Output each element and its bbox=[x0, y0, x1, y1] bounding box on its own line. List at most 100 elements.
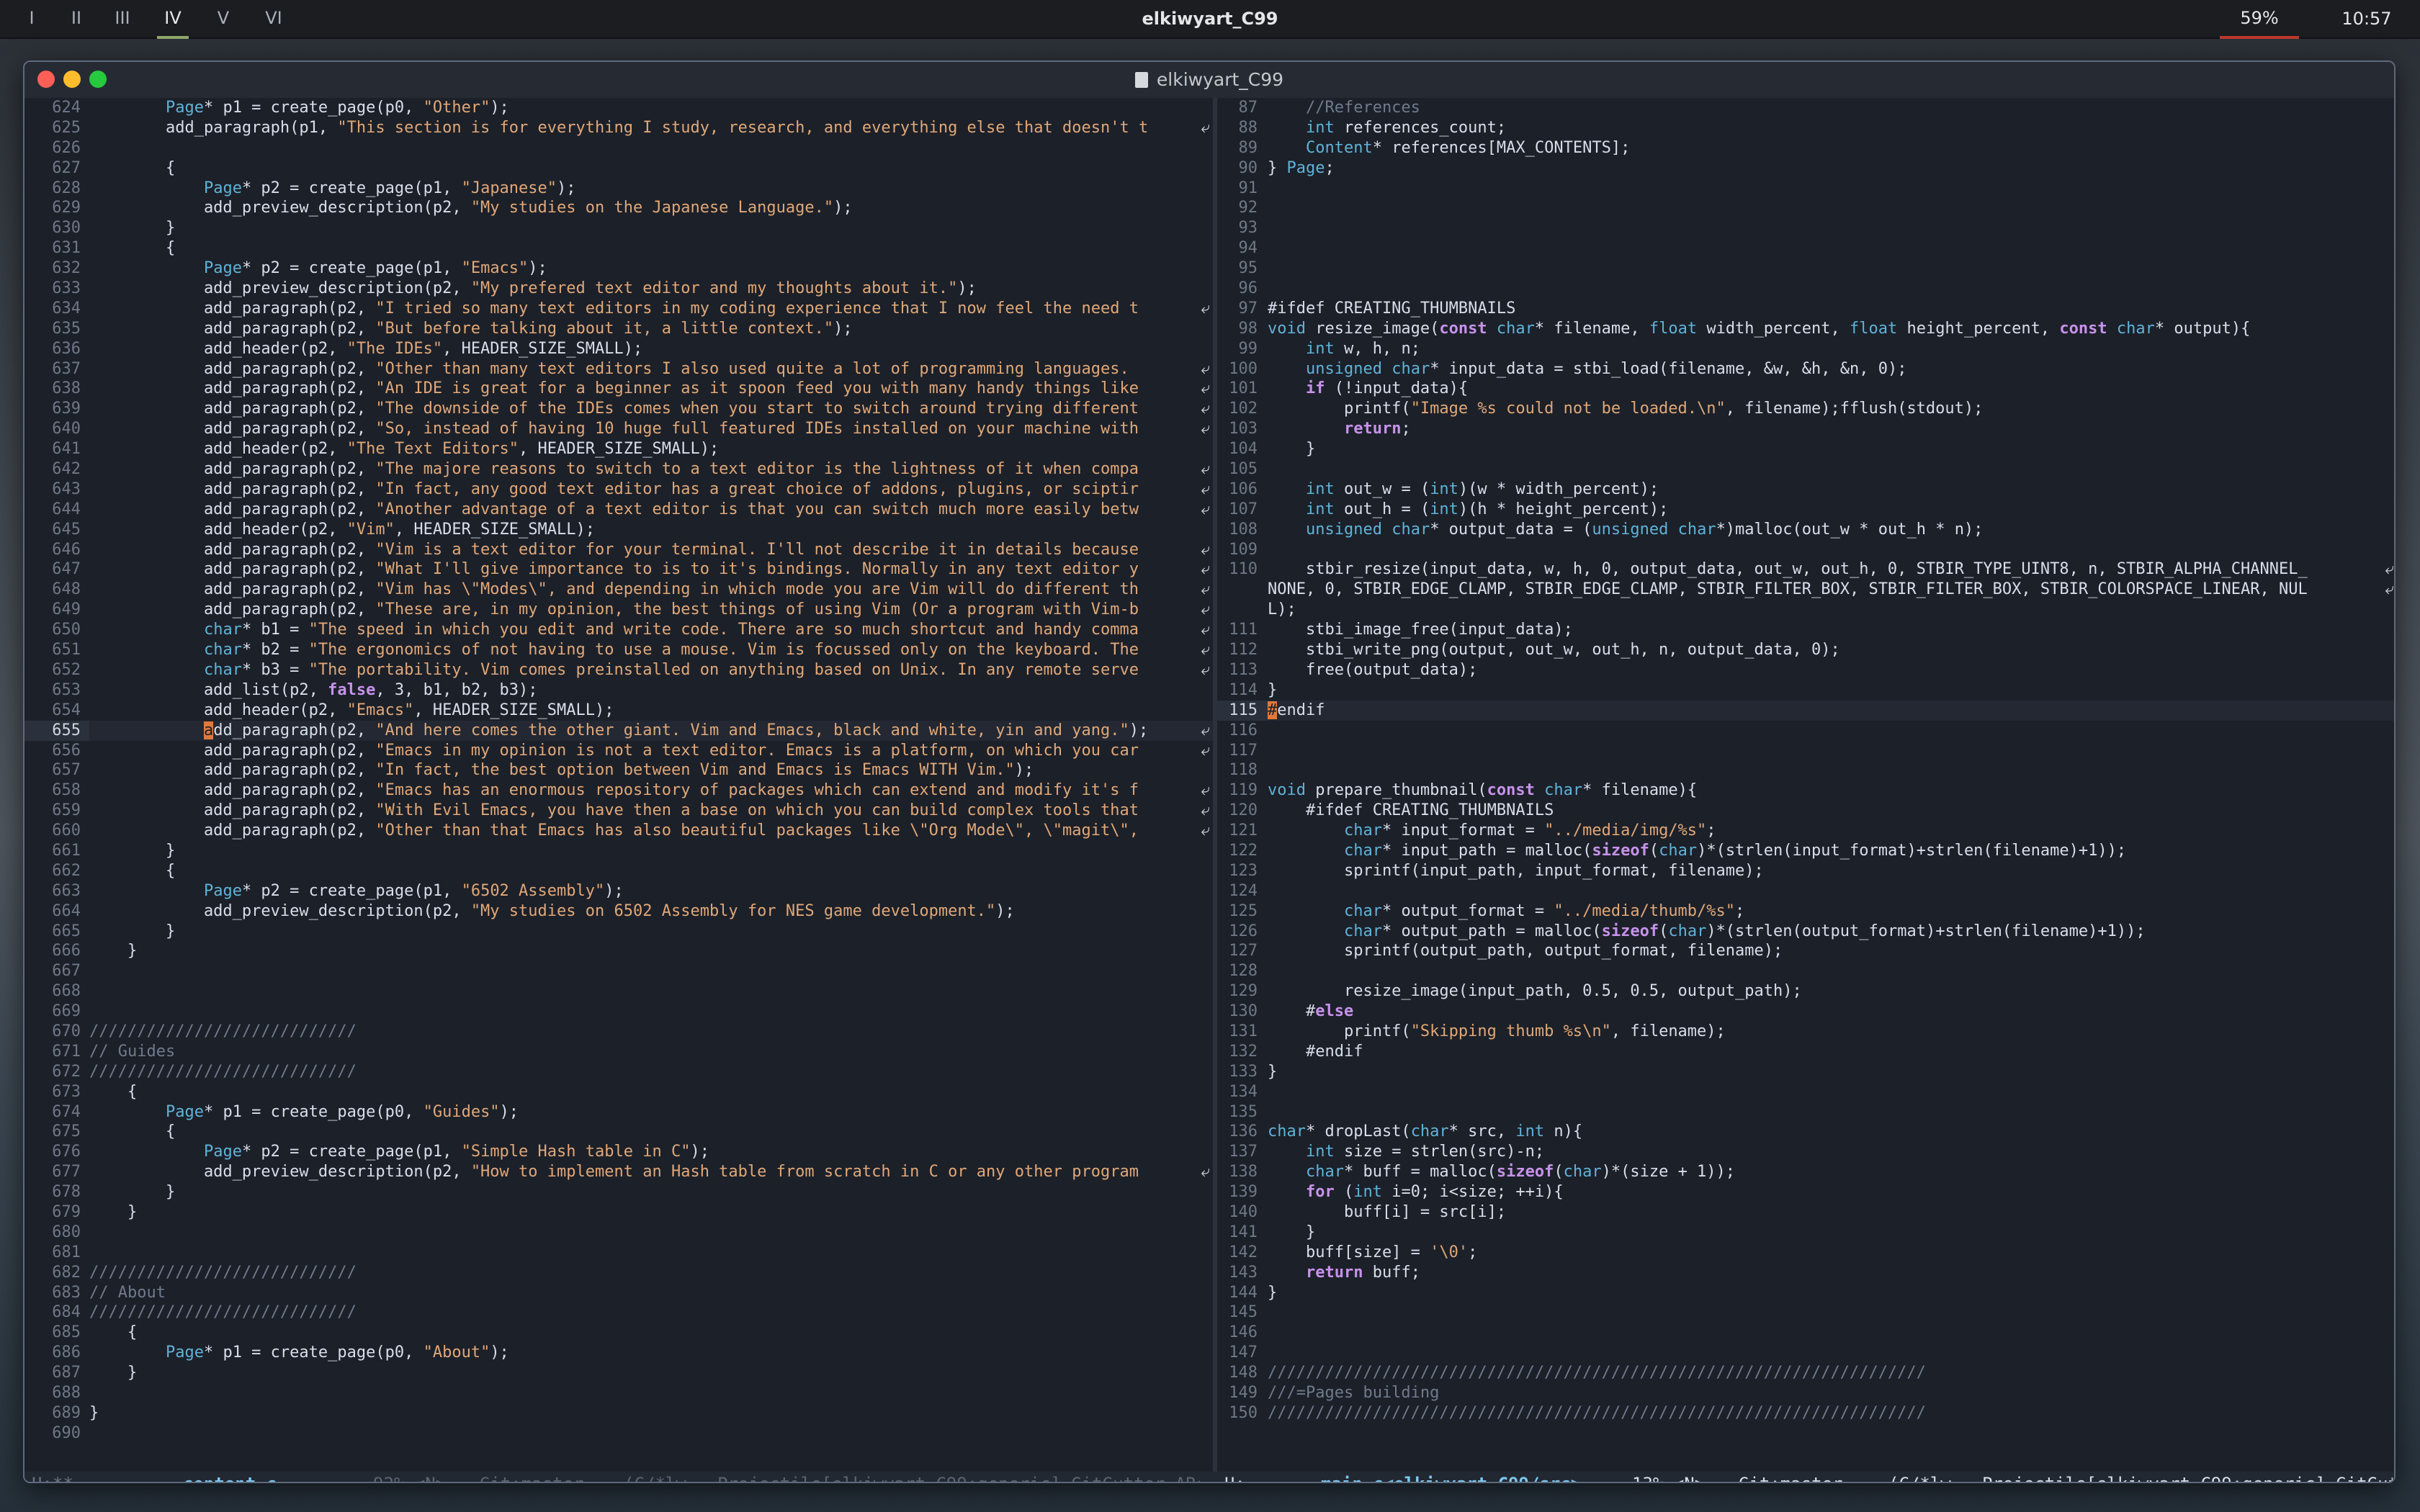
workspace-1[interactable]: I bbox=[17, 0, 46, 39]
content-c-line[interactable]: 667 bbox=[24, 961, 1213, 981]
content-c-line[interactable]: 629 add_preview_description(p2, "My stud… bbox=[24, 198, 1213, 218]
content-c-line[interactable]: 669 bbox=[24, 1002, 1213, 1022]
main-c-line[interactable]: 117 bbox=[1217, 741, 2394, 761]
workspace-3[interactable]: III bbox=[107, 0, 138, 39]
main-c-line[interactable]: 118 bbox=[1217, 760, 2394, 780]
main-c-line[interactable]: 102 printf("Image %s could not be loaded… bbox=[1217, 399, 2394, 419]
main-c-line[interactable]: 129 resize_image(input_path, 0.5, 0.5, o… bbox=[1217, 981, 2394, 1002]
main-c-line[interactable]: 114} bbox=[1217, 680, 2394, 701]
content-c-line[interactable]: 632 Page* p2 = create_page(p1, "Emacs"); bbox=[24, 258, 1213, 279]
content-c-line[interactable]: 631 { bbox=[24, 238, 1213, 258]
content-c-line[interactable]: 624 Page* p1 = create_page(p0, "Other"); bbox=[24, 98, 1213, 118]
workspace-4[interactable]: IV bbox=[157, 0, 189, 39]
content-c-line[interactable]: 652 char* b3 = "The portability. Vim com… bbox=[24, 660, 1213, 680]
main-c-line[interactable]: 145 bbox=[1217, 1302, 2394, 1323]
content-c-line[interactable]: 677 add_preview_description(p2, "How to … bbox=[24, 1162, 1213, 1182]
content-c-line[interactable]: 675 { bbox=[24, 1122, 1213, 1142]
workspace-6[interactable]: VI bbox=[258, 0, 290, 39]
content-c-line[interactable]: 633 add_preview_description(p2, "My pref… bbox=[24, 279, 1213, 299]
main-c-line[interactable]: 124 bbox=[1217, 881, 2394, 901]
content-c-line[interactable]: 658 add_paragraph(p2, "Emacs has an enor… bbox=[24, 780, 1213, 801]
main-c-line[interactable]: 120 #ifdef CREATING_THUMBNAILS bbox=[1217, 801, 2394, 821]
content-c-line[interactable]: 689} bbox=[24, 1403, 1213, 1423]
content-c-line[interactable]: 686 Page* p1 = create_page(p0, "About"); bbox=[24, 1343, 1213, 1363]
content-c-line[interactable]: 688 bbox=[24, 1383, 1213, 1403]
content-c-line[interactable]: 683 // About bbox=[24, 1283, 1213, 1303]
content-c-line[interactable]: 657 add_paragraph(p2, "In fact, the best… bbox=[24, 760, 1213, 780]
main-c-line[interactable]: 104 } bbox=[1217, 439, 2394, 459]
main-c-line[interactable]: 142 buff[size] = '\0'; bbox=[1217, 1243, 2394, 1263]
content-c-line[interactable]: 644 add_paragraph(p2, "Another advantage… bbox=[24, 500, 1213, 520]
modeline-left-buffer[interactable]: content.c bbox=[183, 1472, 277, 1482]
main-c-line[interactable]: 139 for (int i=0; i<size; ++i){ bbox=[1217, 1182, 2394, 1202]
content-c-line[interactable]: 690 bbox=[24, 1423, 1213, 1444]
main-c-line[interactable]: 135 bbox=[1217, 1102, 2394, 1122]
main-c-line[interactable]: 103 return; bbox=[1217, 419, 2394, 439]
main-c-line[interactable]: 106 int out_w = (int)(w * width_percent)… bbox=[1217, 480, 2394, 500]
content-c-line[interactable]: 650 char* b1 = "The speed in which you e… bbox=[24, 620, 1213, 640]
main-c-line[interactable]: 98 void resize_image(const char* filename… bbox=[1217, 319, 2394, 339]
main-c-line[interactable]: 100 unsigned char* input_data = stbi_loa… bbox=[1217, 359, 2394, 379]
content-c-line[interactable]: 647 add_paragraph(p2, "What I'll give im… bbox=[24, 559, 1213, 580]
main-c-line[interactable]: 132 #endif bbox=[1217, 1042, 2394, 1062]
main-c-line[interactable]: 110 stbir_resize(input_data, w, h, 0, ou… bbox=[1217, 559, 2394, 580]
main-c-line[interactable]: 90} Page; bbox=[1217, 158, 2394, 179]
content-c-line[interactable]: 663 Page* p2 = create_page(p1, "6502 Ass… bbox=[24, 881, 1213, 901]
content-c-line[interactable]: 674 Page* p1 = create_page(p0, "Guides")… bbox=[24, 1102, 1213, 1122]
content-c-line[interactable]: 646 add_paragraph(p2, "Vim is a text edi… bbox=[24, 540, 1213, 560]
main-c-line[interactable]: 105 bbox=[1217, 459, 2394, 480]
modeline-right-vcs[interactable]: Git:master bbox=[1739, 1472, 1843, 1482]
content-c-line[interactable]: 649 add_paragraph(p2, "These are, in my … bbox=[24, 600, 1213, 620]
main-c-line[interactable]: 123 sprintf(input_path, input_format, fi… bbox=[1217, 861, 2394, 881]
main-c-line[interactable]: 122 char* input_path = malloc(sizeof(cha… bbox=[1217, 841, 2394, 861]
main-c-line[interactable]: 113 free(output_data); bbox=[1217, 660, 2394, 680]
content-c-line[interactable]: 628 Page* p2 = create_page(p1, "Japanese… bbox=[24, 179, 1213, 199]
content-c-line[interactable]: 653 add_list(p2, false, 3, b1, b2, b3); bbox=[24, 680, 1213, 701]
main-c-line[interactable]: 137 int size = strlen(src)-n; bbox=[1217, 1142, 2394, 1162]
content-c-line[interactable]: 638 add_paragraph(p2, "An IDE is great f… bbox=[24, 379, 1213, 399]
main-c-line[interactable]: 140 buff[i] = src[i]; bbox=[1217, 1202, 2394, 1223]
main-c-line[interactable]: 91 bbox=[1217, 179, 2394, 199]
main-c-line[interactable]: 130 #else bbox=[1217, 1002, 2394, 1022]
main-c-line[interactable]: 107 int out_h = (int)(h * height_percent… bbox=[1217, 500, 2394, 520]
content-c-line[interactable]: 662 { bbox=[24, 861, 1213, 881]
main-c-line[interactable]: 146 bbox=[1217, 1323, 2394, 1343]
main-c-line[interactable]: 108 unsigned char* output_data = (unsign… bbox=[1217, 520, 2394, 540]
content-c-line[interactable]: 635 add_paragraph(p2, "But before talkin… bbox=[24, 319, 1213, 339]
main-c-line[interactable]: 147 bbox=[1217, 1343, 2394, 1363]
modeline-left-vcs[interactable]: Git:master bbox=[480, 1472, 584, 1482]
content-c-line[interactable]: 630 } bbox=[24, 218, 1213, 238]
workspace-2[interactable]: II bbox=[62, 0, 91, 39]
content-c-line[interactable]: 687 } bbox=[24, 1363, 1213, 1383]
modeline-right-buffer[interactable]: main.c<elkiwyart_C99/src> bbox=[1321, 1472, 1581, 1482]
main-c-line[interactable]: 149 ///=Pages building bbox=[1217, 1383, 2394, 1403]
content-c-line[interactable]: 684 //////////////////////////// bbox=[24, 1302, 1213, 1323]
content-c-line[interactable]: 654 add_header(p2, "Emacs", HEADER_SIZE_… bbox=[24, 701, 1213, 721]
main-c-line[interactable]: 150 /////////////////////////////////////… bbox=[1217, 1403, 2394, 1423]
content-c-line[interactable]: 660 add_paragraph(p2, "Other than that E… bbox=[24, 821, 1213, 841]
main-c-line[interactable]: 143 return buff; bbox=[1217, 1263, 2394, 1283]
main-c-line[interactable]: 116 bbox=[1217, 721, 2394, 741]
content-c-line[interactable]: 665 } bbox=[24, 922, 1213, 942]
content-c-line[interactable]: 668 bbox=[24, 981, 1213, 1002]
content-c-line[interactable]: 678 } bbox=[24, 1182, 1213, 1202]
main-c-line[interactable]: 89 Content* references[MAX_CONTENTS]; bbox=[1217, 138, 2394, 158]
content-c-line[interactable]: 656 add_paragraph(p2, "Emacs in my opini… bbox=[24, 741, 1213, 761]
main-c-line[interactable]: 131 printf("Skipping thumb %s\n", filena… bbox=[1217, 1022, 2394, 1042]
content-c-line[interactable]: 661 } bbox=[24, 841, 1213, 861]
content-c-line[interactable]: 680 bbox=[24, 1223, 1213, 1243]
main-c-line[interactable]: 119 void prepare_thumbnail(const char* fi… bbox=[1217, 780, 2394, 801]
content-c-line[interactable]: 648 add_paragraph(p2, "Vim has \"Modes\"… bbox=[24, 580, 1213, 600]
main-c-line[interactable]: 88 int references_count; bbox=[1217, 118, 2394, 138]
main-c-line[interactable]: 125 char* output_format = "../media/thum… bbox=[1217, 901, 2394, 922]
content-c-line[interactable]: 676 Page* p2 = create_page(p1, "Simple H… bbox=[24, 1142, 1213, 1162]
main-c-line[interactable]: 101 if (!input_data){ bbox=[1217, 379, 2394, 399]
main-c-line[interactable]: 115 #endif bbox=[1217, 700, 2394, 721]
content-c-line[interactable]: 659 add_paragraph(p2, "With Evil Emacs, … bbox=[24, 801, 1213, 821]
content-c-line[interactable]: 627 { bbox=[24, 158, 1213, 179]
main-c-line[interactable]: 97 #ifdef CREATING_THUMBNAILS bbox=[1217, 299, 2394, 319]
editor-pane-content-c[interactable]: 624 Page* p1 = create_page(p0, "Other");… bbox=[24, 98, 1213, 1482]
main-c-line[interactable]: 95 bbox=[1217, 258, 2394, 279]
main-c-line[interactable]: 112 stbi_write_png(output, out_w, out_h,… bbox=[1217, 640, 2394, 660]
main-c-line[interactable]: 133} bbox=[1217, 1062, 2394, 1082]
